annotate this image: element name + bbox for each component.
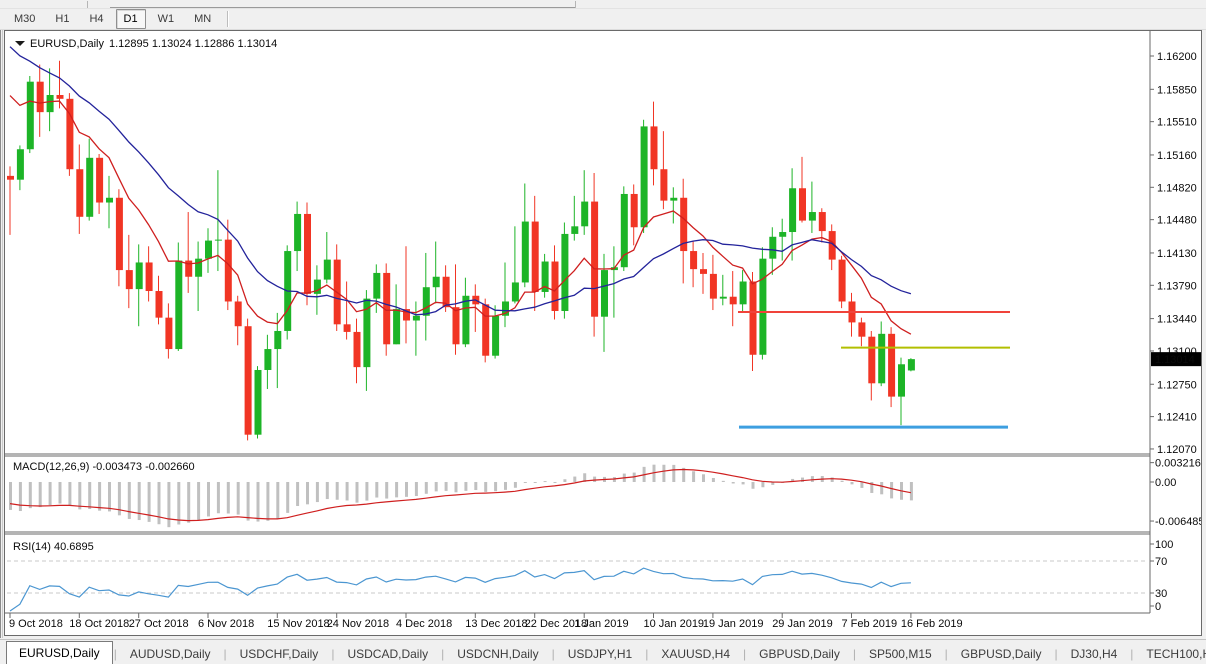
chart-tab-dj30-h4[interactable]: DJ30,H4 [1059, 644, 1130, 664]
svg-text:10 Jan 2019: 10 Jan 2019 [644, 618, 705, 630]
timeframe-button-m30[interactable]: M30 [6, 9, 43, 29]
svg-text:70: 70 [1155, 556, 1167, 568]
chart-tab-usdcad-daily[interactable]: USDCAD,Daily [335, 644, 440, 664]
current-price-badge: 1.13014 [1155, 354, 1195, 366]
svg-text:1.13440: 1.13440 [1157, 314, 1197, 326]
svg-text:29 Jan 2019: 29 Jan 2019 [772, 618, 833, 630]
svg-text:-0.006485: -0.006485 [1155, 516, 1201, 528]
moving-averages [10, 47, 911, 335]
svg-text:0.00: 0.00 [1155, 477, 1176, 489]
chart-quick-menu-icon[interactable] [15, 41, 25, 46]
svg-text:4 Dec 2018: 4 Dec 2018 [396, 618, 452, 630]
chart-ohlc-values: 1.12895 1.13024 1.12886 1.13014 [109, 38, 277, 50]
svg-text:13 Dec 2018: 13 Dec 2018 [465, 618, 527, 630]
svg-text:1.13790: 1.13790 [1157, 280, 1197, 292]
svg-text:6 Nov 2018: 6 Nov 2018 [198, 618, 254, 630]
svg-text:1.14480: 1.14480 [1157, 215, 1197, 227]
chart-tab-usdchf-daily[interactable]: USDCHF,Daily [228, 644, 331, 664]
price-chart[interactable]: 1.16200 1.15850 1.15510 1.15160 1.14820 1.144… [5, 31, 1201, 635]
macd-label: MACD(12,26,9) -0.003473 -0.002660 [13, 461, 195, 473]
toolbar-separator [575, 1, 576, 8]
svg-text:19 Jan 2019: 19 Jan 2019 [703, 618, 764, 630]
toolbar-edge [110, 7, 575, 8]
svg-text:24 Nov 2018: 24 Nov 2018 [327, 618, 389, 630]
date-axis[interactable]: 9 Oct 2018 18 Oct 201827 Oct 2018 6 Nov 20… [9, 613, 963, 630]
chart-tab-gbpusd-daily[interactable]: GBPUSD,Daily [949, 644, 1054, 664]
svg-text:1.14820: 1.14820 [1157, 182, 1197, 194]
timeframe-button-h1[interactable]: H1 [47, 9, 77, 29]
svg-text:1.12410: 1.12410 [1157, 412, 1197, 424]
macd-histogram [9, 465, 913, 527]
svg-text:1.15850: 1.15850 [1157, 84, 1197, 96]
svg-text:1.16200: 1.16200 [1157, 51, 1197, 63]
svg-text:18 Oct 2018: 18 Oct 2018 [69, 618, 129, 630]
chart-tab-gbpusd-daily[interactable]: GBPUSD,Daily [747, 644, 852, 664]
chart-tab-usdcnh-daily[interactable]: USDCNH,Daily [445, 644, 550, 664]
toolbar-separator [87, 1, 88, 8]
upper-toolbar-remnant [0, 0, 1206, 9]
svg-text:1.12070: 1.12070 [1157, 444, 1197, 456]
svg-text:0.003216: 0.003216 [1155, 458, 1201, 470]
timeframe-toolbar: M30H1H4D1W1MN [0, 9, 1206, 30]
svg-text:15 Nov 2018: 15 Nov 2018 [267, 618, 329, 630]
timeframe-button-mn[interactable]: MN [186, 9, 219, 29]
svg-text:30: 30 [1155, 588, 1167, 600]
mdi-frame-edge-light [2, 30, 3, 638]
rsi-line [10, 568, 911, 611]
chart-tab-xauusd-h4[interactable]: XAUUSD,H4 [649, 644, 742, 664]
chart-tab-eurusd-daily[interactable]: EURUSD,Daily [6, 641, 113, 664]
svg-text:0: 0 [1155, 601, 1161, 613]
timeframe-button-h4[interactable]: H4 [81, 9, 111, 29]
price-axis[interactable]: 1.16200 1.15850 1.15510 1.15160 1.14820 1.144… [1150, 51, 1201, 613]
svg-text:1.12750: 1.12750 [1157, 379, 1197, 391]
svg-text:16 Feb 2019: 16 Feb 2019 [901, 618, 963, 630]
mdi-frame-edge [0, 30, 1, 638]
svg-text:1.15510: 1.15510 [1157, 117, 1197, 129]
svg-text:7 Feb 2019: 7 Feb 2019 [842, 618, 898, 630]
svg-text:27 Oct 2018: 27 Oct 2018 [129, 618, 189, 630]
svg-text:1.15160: 1.15160 [1157, 150, 1197, 162]
chart-tab-sp500-m15[interactable]: SP500,M15 [857, 644, 944, 664]
toolbar-groove [227, 11, 229, 27]
rsi-label: RSI(14) 40.6895 [13, 541, 94, 553]
macd-signal-line [10, 470, 911, 521]
svg-text:9 Oct 2018: 9 Oct 2018 [9, 618, 63, 630]
timeframe-button-w1[interactable]: W1 [150, 9, 183, 29]
chart-tab-tech100-h1[interactable]: TECH100,H1 [1134, 644, 1206, 664]
chart-window[interactable]: 1.16200 1.15850 1.15510 1.15160 1.14820 1.144… [4, 30, 1202, 636]
chart-title: EURUSD,Daily [30, 38, 104, 50]
chart-tab-audusd-daily[interactable]: AUDUSD,Daily [118, 644, 223, 664]
svg-text:1 Jan 2019: 1 Jan 2019 [574, 618, 628, 630]
chart-tabbar: EURUSD,Daily|AUDUSD,Daily|USDCHF,Daily|U… [0, 639, 1206, 664]
chart-tab-usdjpy-h1[interactable]: USDJPY,H1 [556, 644, 644, 664]
svg-text:1.14130: 1.14130 [1157, 248, 1197, 260]
terminal-root: { "toolbar": { "timeframes": [ {"label":… [0, 0, 1206, 663]
timeframe-button-d1[interactable]: D1 [116, 9, 146, 29]
svg-text:100: 100 [1155, 539, 1173, 551]
